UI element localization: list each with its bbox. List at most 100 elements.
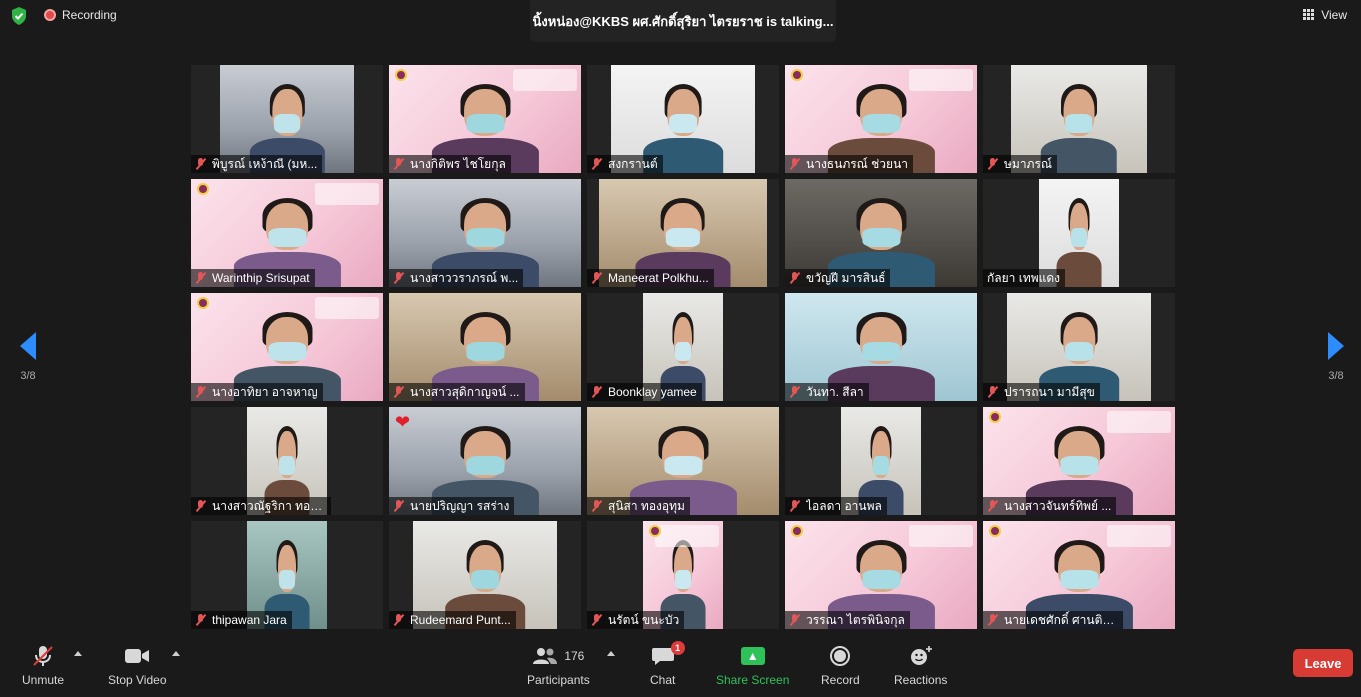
face-mask bbox=[1070, 228, 1087, 247]
participant-tile[interactable]: นางสาววราภรณ์ พ... bbox=[389, 179, 581, 287]
grid-view-icon bbox=[1303, 9, 1315, 21]
chat-label: Chat bbox=[650, 673, 676, 687]
view-button[interactable]: View bbox=[1303, 8, 1347, 22]
participant-tile[interactable]: นรัตน์ ขนะบัว bbox=[587, 521, 779, 629]
university-logo-icon bbox=[648, 525, 661, 537]
participant-tile[interactable]: พิบูรณ์ เหง้าณี (มห... bbox=[191, 65, 383, 173]
participants-icon bbox=[533, 648, 558, 664]
participants-label: Participants bbox=[527, 673, 590, 687]
participant-tile[interactable]: ษมาภรณ์ bbox=[983, 65, 1175, 173]
participant-tile[interactable]: Warinthip Srisupat bbox=[191, 179, 383, 287]
face-mask bbox=[267, 228, 307, 247]
participant-tile[interactable]: นางสาวสุดิกาญจน์ ... bbox=[389, 293, 581, 401]
participant-name: Warinthip Srisupat bbox=[212, 271, 310, 285]
participant-tile[interactable]: thipawan Jara bbox=[191, 521, 383, 629]
virtual-background-banner bbox=[909, 69, 973, 91]
microphone-muted-icon bbox=[789, 500, 801, 512]
participant-tile[interactable]: ❤ นายปริญญา รสร่าง bbox=[389, 407, 581, 515]
participant-name: นางกิติพร ไชโยกุล bbox=[410, 156, 506, 171]
microphone-muted-icon bbox=[987, 158, 999, 170]
face-mask bbox=[1059, 570, 1099, 589]
audio-options-caret-icon[interactable] bbox=[74, 651, 82, 656]
participant-tile[interactable]: ปรารถนา มามีสุข bbox=[983, 293, 1175, 401]
video-options-caret-icon[interactable] bbox=[172, 651, 180, 656]
participant-tile[interactable]: สุนิสา ทองอุทุม bbox=[587, 407, 779, 515]
participant-name-label: นรัตน์ ขนะบัว bbox=[587, 611, 685, 629]
participant-name: พิบูรณ์ เหง้าณี (มห... bbox=[212, 156, 318, 171]
participant-tile[interactable]: นางสาวณัฐริกา ทอง... bbox=[191, 407, 383, 515]
page-indicator-right: 3/8 bbox=[1328, 370, 1344, 382]
participant-tile[interactable]: นายเดชศักดิ์ ศานติว... bbox=[983, 521, 1175, 629]
unmute-button[interactable]: Unmute bbox=[22, 643, 64, 687]
participant-tile[interactable]: ไอลดา อานพล bbox=[785, 407, 977, 515]
recording-indicator[interactable]: Recording bbox=[44, 8, 117, 22]
face-mask bbox=[465, 456, 505, 475]
university-logo-icon bbox=[989, 411, 1001, 423]
participant-tile[interactable]: Boonklay yamee bbox=[587, 293, 779, 401]
stop-video-button[interactable]: Stop Video bbox=[108, 643, 167, 687]
microphone-muted-icon bbox=[789, 614, 801, 626]
participant-name: นางสาวสุดิกาญจน์ ... bbox=[410, 384, 520, 399]
reactions-label: Reactions bbox=[894, 673, 948, 687]
face-mask bbox=[1059, 456, 1099, 475]
participant-name-label: Boonklay yamee bbox=[587, 383, 702, 401]
participant-tile[interactable]: Maneerat Polkhu... bbox=[587, 179, 779, 287]
microphone-muted-icon bbox=[591, 158, 603, 170]
microphone-muted-icon bbox=[789, 158, 801, 170]
participant-tile[interactable]: Rudeemard Punt... bbox=[389, 521, 581, 629]
microphone-muted-icon bbox=[591, 614, 603, 626]
university-logo-icon bbox=[791, 525, 803, 537]
participant-tile[interactable]: นางสาวจันทร์ทิพย์ ... bbox=[983, 407, 1175, 515]
participant-name-label: นางอาทิยา อาจหาญ bbox=[191, 383, 323, 401]
participant-name: สงกรานต์ bbox=[608, 156, 658, 171]
microphone-muted-icon bbox=[987, 386, 999, 398]
participant-tile[interactable]: สงกรานต์ bbox=[587, 65, 779, 173]
emoji-plus-icon bbox=[910, 646, 932, 665]
participant-name: ษมาภรณ์ bbox=[1004, 156, 1053, 171]
chat-button[interactable]: 1 Chat bbox=[650, 641, 685, 687]
reactions-button[interactable]: Reactions bbox=[894, 643, 947, 687]
virtual-background-banner bbox=[315, 183, 379, 205]
participant-tile[interactable]: วรรณา ไตรพินิจกุล bbox=[785, 521, 977, 629]
face-mask bbox=[278, 570, 295, 589]
previous-page-button[interactable]: 3/8 bbox=[13, 332, 43, 382]
microphone-muted-icon bbox=[195, 272, 207, 284]
participant-tile[interactable]: วันทา. สีลา bbox=[785, 293, 977, 401]
face-mask bbox=[273, 114, 301, 133]
participant-name: ขวัญฝี มารสินธ์ bbox=[806, 270, 886, 285]
video-camera-icon bbox=[124, 643, 150, 669]
participant-tile[interactable]: ขวัญฝี มารสินธ์ bbox=[785, 179, 977, 287]
gallery-view-grid: พิบูรณ์ เหง้าณี (มห... นางกิติพร ไชโยกุลส… bbox=[191, 65, 1175, 629]
microphone-muted-icon bbox=[987, 500, 999, 512]
face-mask bbox=[470, 570, 500, 589]
virtual-background-banner bbox=[513, 69, 577, 91]
face-mask bbox=[861, 114, 901, 133]
participants-button[interactable]: 176 Participants bbox=[527, 643, 590, 687]
record-button[interactable]: Record bbox=[821, 643, 860, 687]
face-mask bbox=[465, 228, 505, 247]
participant-tile[interactable]: นางอาทิยา อาจหาญ bbox=[191, 293, 383, 401]
unmute-label: Unmute bbox=[22, 673, 65, 687]
face-mask bbox=[267, 342, 307, 361]
leave-meeting-button[interactable]: Leave bbox=[1293, 649, 1353, 677]
microphone-muted-icon bbox=[393, 272, 405, 284]
participant-name-label: ปรารถนา มามีสุข bbox=[983, 383, 1100, 401]
participants-options-caret-icon[interactable] bbox=[607, 651, 615, 656]
next-page-button[interactable]: 3/8 bbox=[1321, 332, 1351, 382]
participant-name-label: Rudeemard Punt... bbox=[389, 611, 516, 629]
arrow-right-icon bbox=[1328, 332, 1344, 360]
heart-icon: ❤ bbox=[395, 412, 411, 432]
participant-name-label: นางสาววราภรณ์ พ... bbox=[389, 269, 524, 287]
face-mask bbox=[872, 456, 889, 475]
participant-tile[interactable]: นางกิติพร ไชโยกุล bbox=[389, 65, 581, 173]
participant-tile[interactable]: นางธนภรณ์ ช่วยนา bbox=[785, 65, 977, 173]
face-mask bbox=[861, 570, 901, 589]
virtual-background-banner bbox=[315, 297, 379, 319]
face-mask bbox=[278, 456, 295, 475]
share-screen-icon: ▲ bbox=[740, 647, 765, 665]
participant-tile[interactable]: กัลยา เทพแดง bbox=[983, 179, 1175, 287]
encryption-shield-icon[interactable] bbox=[10, 6, 28, 26]
share-screen-button[interactable]: ▲ Share Screen bbox=[716, 643, 789, 687]
face-mask bbox=[668, 114, 698, 133]
microphone-muted-icon bbox=[393, 500, 405, 512]
